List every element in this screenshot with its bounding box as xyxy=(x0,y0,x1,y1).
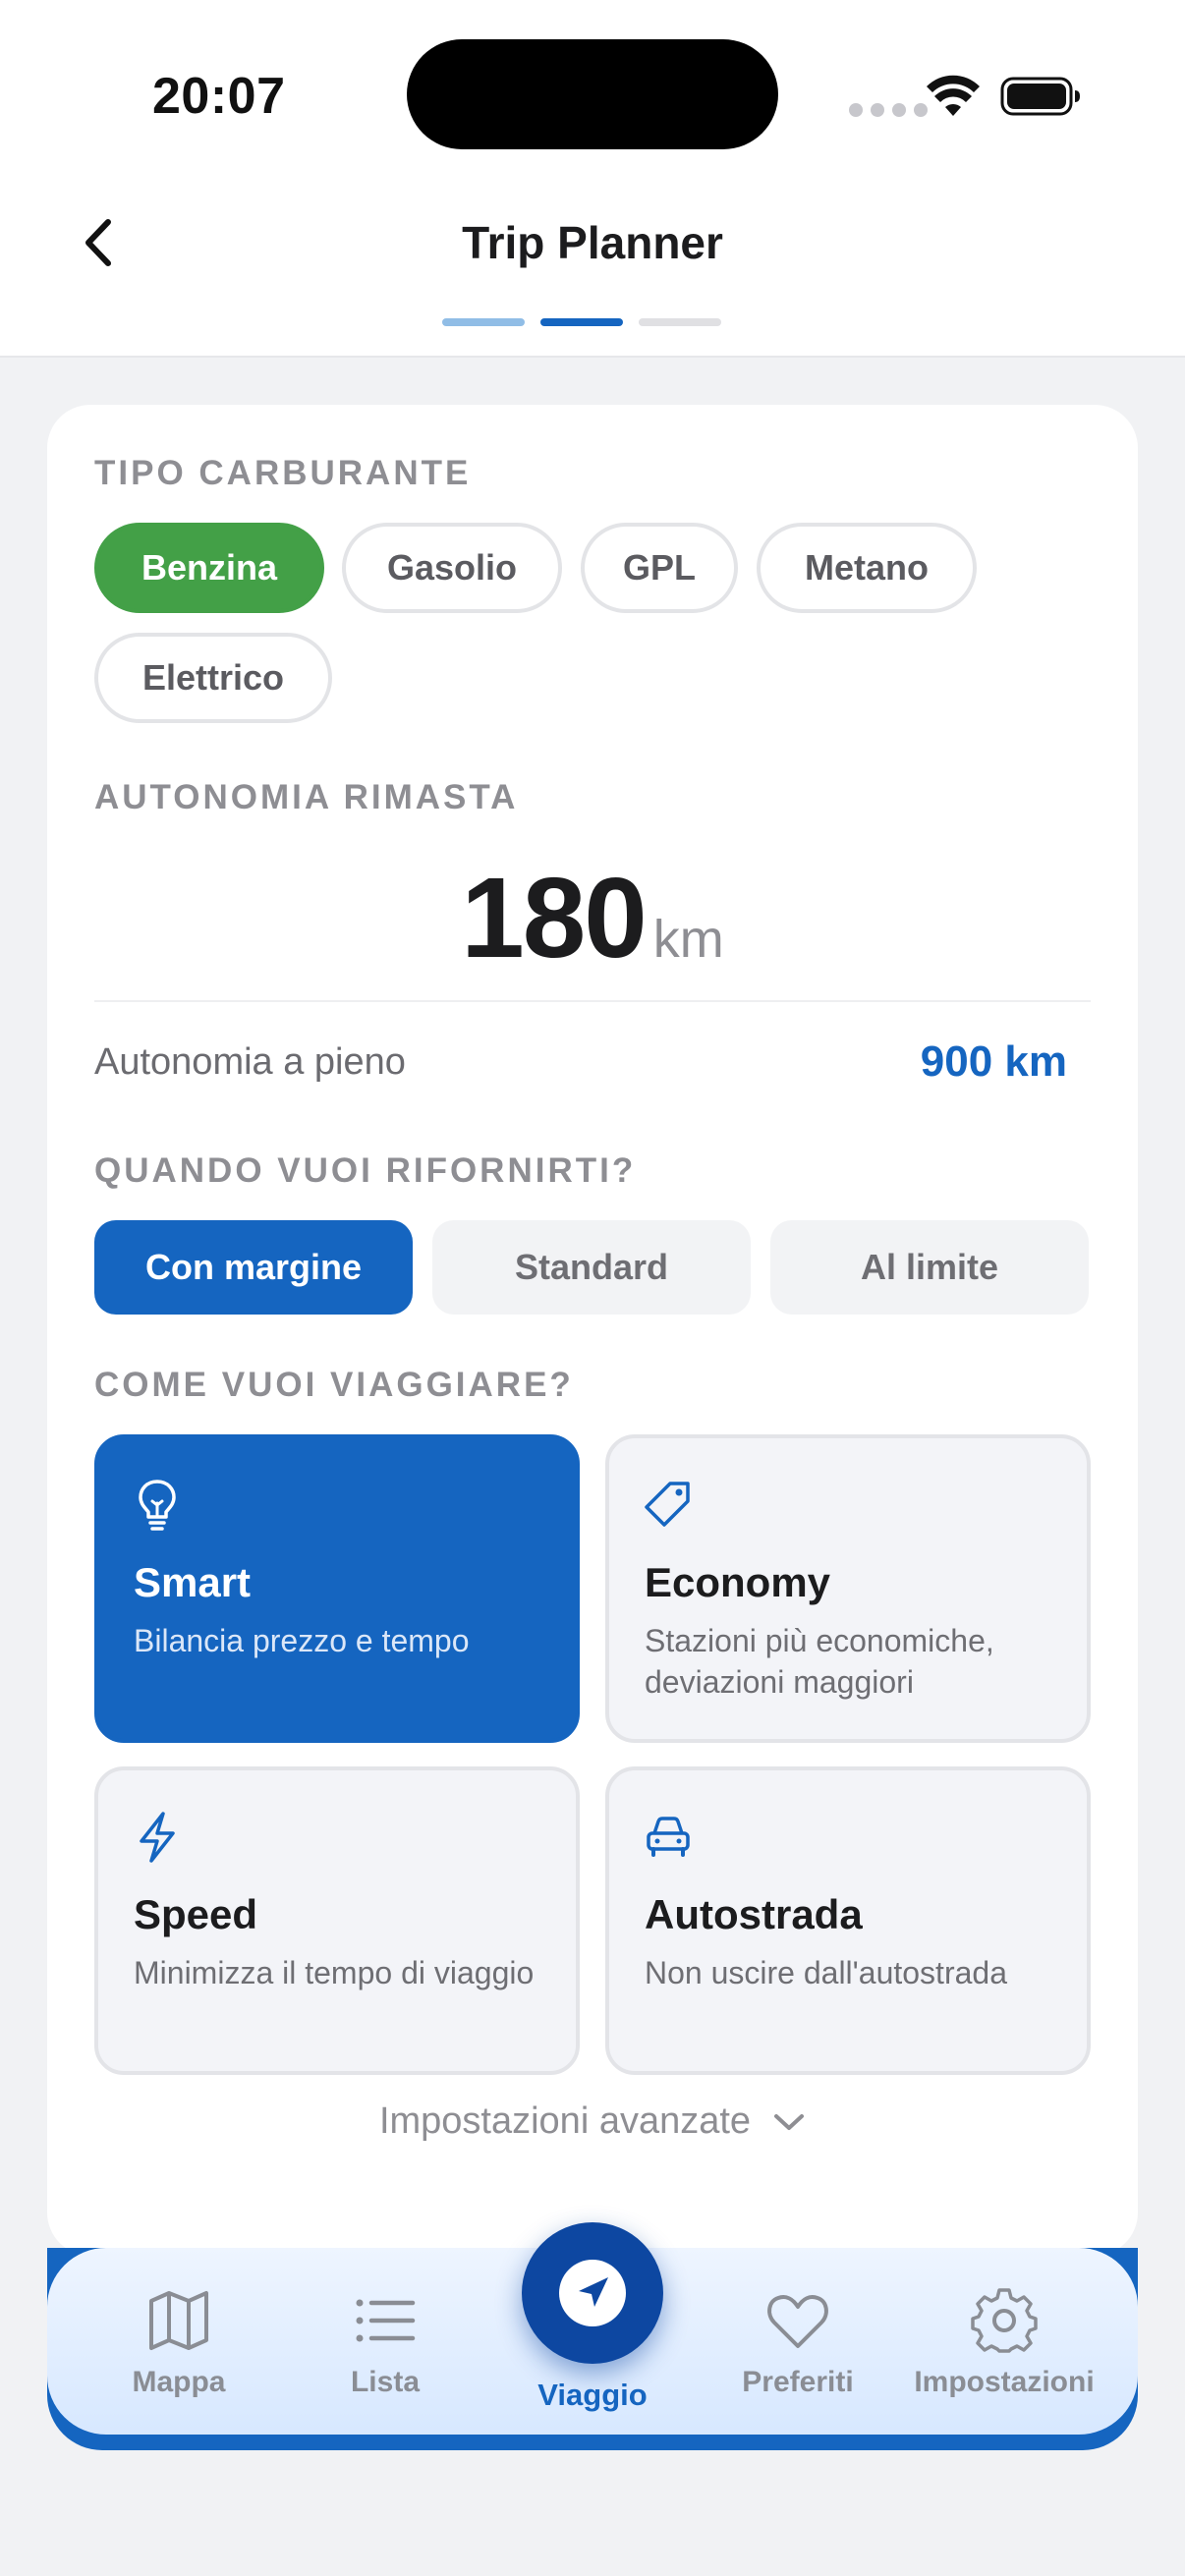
tab-label: Lista xyxy=(350,2366,421,2398)
mode-title: Autostrada xyxy=(645,1891,863,1937)
tab-lista[interactable]: Lista xyxy=(287,2287,483,2399)
full-range-value[interactable]: 900 km xyxy=(921,1037,1067,1087)
travel-mode-autostrada[interactable]: Autostrada Non uscire dall'autostrada xyxy=(605,1766,1091,2075)
navigation-arrow-icon xyxy=(559,2260,626,2326)
fuel-chip-gpl[interactable]: GPL xyxy=(581,523,738,613)
chevron-down-icon xyxy=(774,2113,805,2130)
status-bar: 20:07 xyxy=(0,0,1185,177)
tab-label: Mappa xyxy=(132,2366,226,2398)
navigation-header: Trip Planner xyxy=(0,177,1185,358)
mode-description: Stazioni più economiche, deviazioni magg… xyxy=(645,1623,994,1700)
advanced-settings-label: Impostazioni avanzate xyxy=(378,2100,752,2142)
lightbulb-icon xyxy=(139,1480,176,1531)
map-icon xyxy=(149,2291,208,2350)
fuel-chip-elettrico[interactable]: Elettrico xyxy=(94,633,332,723)
mode-description: Bilancia prezzo e tempo xyxy=(134,1623,470,1658)
battery-icon xyxy=(1000,77,1080,116)
gear-icon xyxy=(971,2288,1038,2353)
step-3 xyxy=(639,318,721,326)
tab-viaggio[interactable] xyxy=(522,2222,663,2364)
step-indicator xyxy=(442,318,721,326)
trip-settings-card: TIPO CARBURANTE Benzina Gasolio GPL Meta… xyxy=(47,405,1138,2256)
travel-mode-economy[interactable]: Economy Stazioni più economiche, deviazi… xyxy=(605,1434,1091,1743)
refuel-option-standard[interactable]: Standard xyxy=(432,1220,751,1315)
tab-label-viaggio: Viaggio xyxy=(537,2378,648,2412)
tag-icon xyxy=(645,1482,690,1527)
status-time: 20:07 xyxy=(152,68,286,125)
tab-mappa[interactable]: Mappa xyxy=(81,2287,277,2399)
wifi-icon xyxy=(927,75,980,116)
fuel-type-label: TIPO CARBURANTE xyxy=(94,454,472,492)
travel-mode-smart[interactable]: Smart Bilancia prezzo e tempo xyxy=(94,1434,580,1743)
mode-title: Speed xyxy=(134,1891,258,1937)
range-unit: km xyxy=(652,910,724,969)
refuel-option-al-limite[interactable]: Al limite xyxy=(770,1220,1089,1315)
tab-label: Preferiti xyxy=(742,2366,854,2398)
range-value: 180 xyxy=(461,854,648,981)
fuel-chip-metano[interactable]: Metano xyxy=(757,523,977,613)
cellular-signal-icon xyxy=(849,103,928,117)
page-title: Trip Planner xyxy=(462,217,723,268)
full-range-label: Autonomia a pieno xyxy=(94,1041,406,1083)
mode-title: Smart xyxy=(134,1559,252,1605)
heart-icon xyxy=(767,2295,828,2348)
tab-label: Impostazioni xyxy=(914,2366,1095,2398)
remaining-range-label: AUTONOMIA RIMASTA xyxy=(94,778,519,816)
refuel-option-con-margine[interactable]: Con margine xyxy=(94,1220,413,1315)
mode-description: Minimizza il tempo di viaggio xyxy=(134,1955,535,1990)
fuel-chip-gasolio[interactable]: Gasolio xyxy=(342,523,562,613)
fuel-chip-benzina[interactable]: Benzina xyxy=(94,523,324,613)
bottom-tab-bar: Mappa Lista Viaggio Preferiti Impostazio… xyxy=(47,2222,1138,2450)
mode-title: Economy xyxy=(645,1559,831,1605)
lightning-icon xyxy=(140,1812,175,1863)
list-icon xyxy=(356,2299,416,2342)
step-2 xyxy=(540,318,623,326)
refuel-when-label: QUANDO VUOI RIFORNIRTI? xyxy=(94,1151,637,1190)
remaining-range: 180 km xyxy=(47,852,1138,983)
step-1 xyxy=(442,318,525,326)
travel-mode-label: COME VUOI VIAGGIARE? xyxy=(94,1366,574,1404)
divider xyxy=(94,1000,1091,1002)
tab-preferiti[interactable]: Preferiti xyxy=(700,2287,896,2399)
mode-description: Non uscire dall'autostrada xyxy=(645,1955,1007,1990)
advanced-settings-toggle[interactable]: Impostazioni avanzate xyxy=(47,2100,1138,2143)
car-icon xyxy=(647,1817,690,1857)
travel-mode-speed[interactable]: Speed Minimizza il tempo di viaggio xyxy=(94,1766,580,2075)
dynamic-island xyxy=(407,39,778,149)
tab-impostazioni[interactable]: Impostazioni xyxy=(906,2287,1102,2399)
